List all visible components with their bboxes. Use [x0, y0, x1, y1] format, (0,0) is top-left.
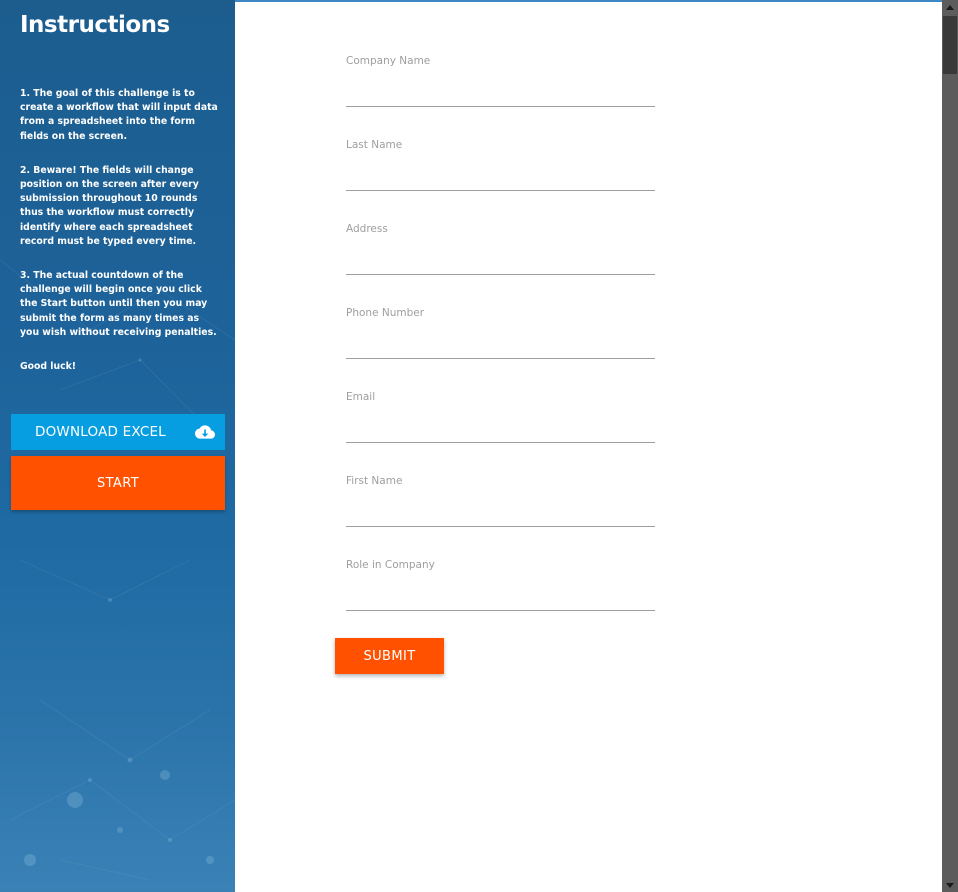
instruction-paragraph: 3. The actual countdown of the challenge… — [20, 270, 217, 338]
form-area: Company Name Last Name Address Phone Num… — [235, 0, 942, 892]
company-name-label: Company Name — [346, 55, 431, 67]
first-name-field: First Name — [346, 475, 655, 527]
role-in-company-input[interactable] — [346, 587, 655, 611]
download-excel-label: DOWNLOAD EXCEL — [35, 424, 166, 440]
address-field: Address — [346, 223, 655, 275]
download-excel-button[interactable]: DOWNLOAD EXCEL — [11, 414, 225, 450]
address-label: Address — [346, 223, 388, 235]
first-name-label: First Name — [346, 475, 403, 487]
sidebar-title: Instructions — [20, 12, 170, 38]
role-in-company-field: Role in Company — [346, 559, 655, 611]
scroll-down-arrow-icon[interactable] — [946, 883, 954, 888]
company-name-input[interactable] — [346, 83, 655, 107]
company-name-field: Company Name — [346, 55, 655, 107]
instructions-text: 1. The goal of this challenge is to crea… — [20, 87, 218, 394]
address-input[interactable] — [346, 251, 655, 275]
scroll-up-arrow-icon[interactable] — [946, 5, 954, 10]
phone-number-input[interactable] — [346, 335, 655, 359]
role-in-company-label: Role in Company — [346, 559, 435, 571]
last-name-input[interactable] — [346, 167, 655, 191]
last-name-label: Last Name — [346, 139, 403, 151]
email-input[interactable] — [346, 419, 655, 443]
scrollbar-thumb[interactable] — [943, 16, 957, 74]
submit-button[interactable]: SUBMIT — [335, 638, 444, 674]
instruction-paragraph: 1. The goal of this challenge is to crea… — [20, 88, 218, 142]
instruction-paragraph: 2. Beware! The fields will change positi… — [20, 164, 199, 247]
page: Instructions 1. The goal of this challen… — [0, 0, 958, 892]
first-name-input[interactable] — [346, 503, 655, 527]
sidebar: Instructions 1. The goal of this challen… — [0, 0, 235, 892]
good-luck-text: Good luck! — [20, 361, 77, 373]
email-label: Email — [346, 391, 376, 403]
email-field: Email — [346, 391, 655, 443]
start-button[interactable]: START — [11, 456, 225, 510]
vertical-scrollbar[interactable] — [942, 0, 958, 892]
cloud-download-icon — [195, 425, 215, 439]
phone-number-field: Phone Number — [346, 307, 655, 359]
last-name-field: Last Name — [346, 139, 655, 191]
phone-number-label: Phone Number — [346, 307, 425, 319]
